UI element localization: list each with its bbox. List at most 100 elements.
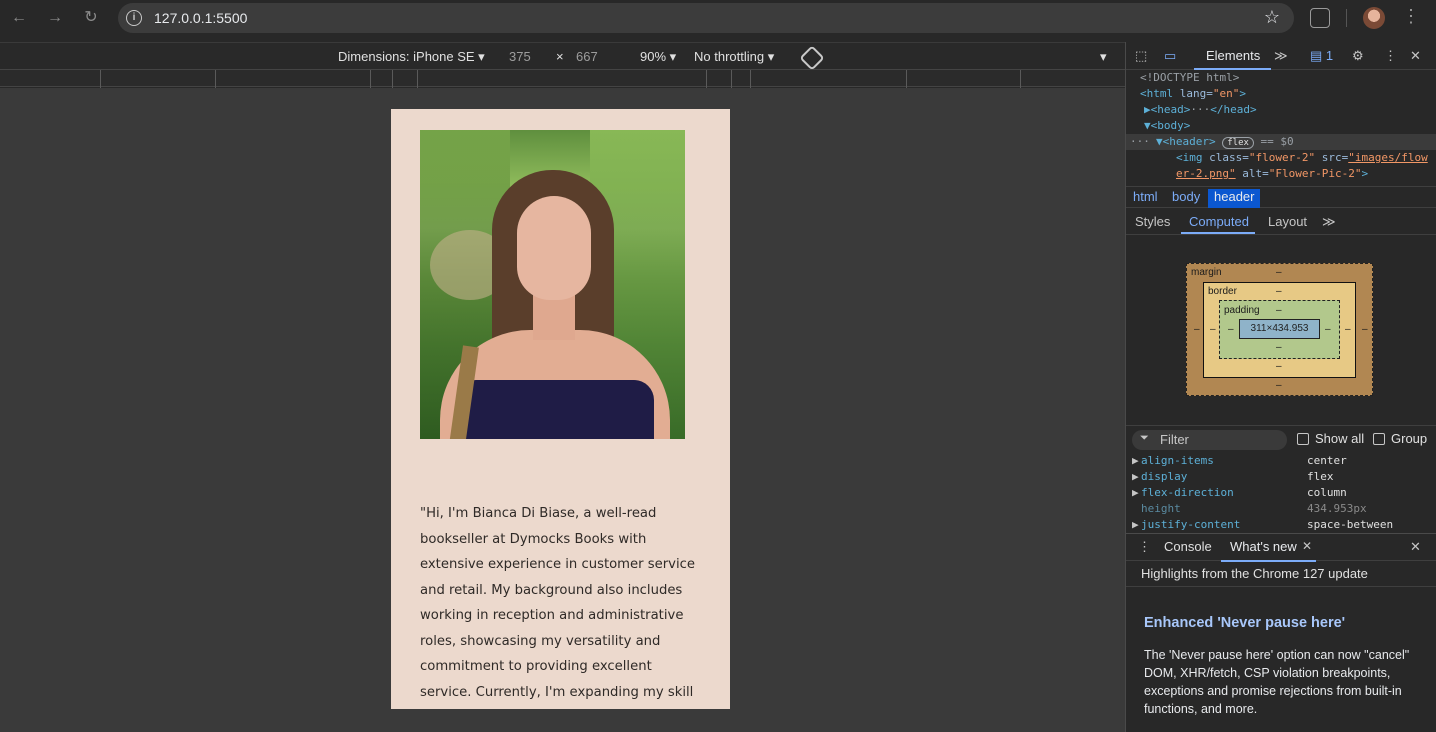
padding-label: padding xyxy=(1224,305,1260,316)
dom-tree: <!DOCTYPE html> <html lang="en"> ▶<head>… xyxy=(1126,70,1436,186)
device-viewport: "Hi, I'm Bianca Di Biase, a well-read bo… xyxy=(0,88,1125,732)
more-tabs-icon[interactable]: ≫ xyxy=(1274,48,1288,64)
filter-input[interactable]: Filter xyxy=(1132,430,1287,450)
media-query-ruler xyxy=(0,69,1125,88)
whats-new-feature-title[interactable]: Enhanced 'Never pause here' xyxy=(1144,615,1345,631)
property-name[interactable]: flex-direction xyxy=(1141,485,1234,501)
padding-left-value: – xyxy=(1228,324,1234,335)
devtools-tabbar: ⬚ ▭ Elements ≫ ▤ 1 ⚙ ⋮ ✕ xyxy=(1126,42,1436,70)
profile-avatar[interactable] xyxy=(1363,7,1385,29)
padding-bottom-value: – xyxy=(1276,342,1282,353)
head-node[interactable]: ▶<head>···</head> xyxy=(1144,102,1257,118)
forward-icon[interactable]: → xyxy=(45,8,65,28)
margin-top-value: – xyxy=(1276,267,1282,278)
img-node[interactable]: <img class="flower-2" src="images/flow xyxy=(1176,150,1428,166)
header-node[interactable]: ▼<header> flex == $0 xyxy=(1156,134,1294,151)
inspect-element-icon[interactable]: ⬚ xyxy=(1135,48,1147,64)
border-label: border xyxy=(1208,286,1237,297)
browser-toolbar: ← → ↻ i 127.0.0.1:5500 ☆ ⋮ xyxy=(0,0,1436,36)
devtools-panel: ⬚ ▭ Elements ≫ ▤ 1 ⚙ ⋮ ✕ <!DOCTYPE html>… xyxy=(1125,42,1436,732)
property-value: flex xyxy=(1307,470,1334,483)
dimension-separator: × xyxy=(556,49,564,64)
body-node[interactable]: ▼<body> xyxy=(1144,118,1190,134)
device-toolbar: Dimensions: iPhone SE ▾ 375 × 667 90% ▾ … xyxy=(0,42,1125,71)
border-right-value: – xyxy=(1345,324,1351,335)
html-node[interactable]: <html lang="en"> xyxy=(1140,86,1246,102)
close-whats-new-icon[interactable]: ✕ xyxy=(1302,539,1312,553)
device-options-icon[interactable]: ▾ xyxy=(1100,49,1107,65)
tab-elements[interactable]: Elements xyxy=(1206,48,1260,63)
expand-arrow-icon[interactable]: ▶ xyxy=(1132,453,1139,469)
close-devtools-icon[interactable]: ✕ xyxy=(1410,48,1421,64)
extensions-icon[interactable] xyxy=(1310,8,1330,28)
flex-badge: flex xyxy=(1222,137,1254,149)
property-name[interactable]: justify-content xyxy=(1141,517,1240,533)
divider xyxy=(1126,586,1436,587)
property-name[interactable]: height xyxy=(1141,501,1181,517)
bookmark-star-icon[interactable]: ☆ xyxy=(1264,7,1280,28)
property-value: center xyxy=(1307,454,1347,467)
expand-arrow-icon[interactable]: ▶ xyxy=(1132,469,1139,485)
show-all-label: Show all xyxy=(1315,431,1365,446)
height-input[interactable]: 667 xyxy=(576,49,598,64)
throttling-select[interactable]: No throttling ▾ xyxy=(694,49,774,65)
margin-label: margin xyxy=(1191,267,1222,278)
drawer-menu-icon[interactable]: ⋮ xyxy=(1138,539,1151,555)
breadcrumb-html[interactable]: html xyxy=(1127,189,1164,204)
computed-tab-underline xyxy=(1181,232,1255,234)
drawer-tabbar: ⋮ Console What's new ✕ ✕ xyxy=(1126,533,1436,562)
browser-menu-icon[interactable]: ⋮ xyxy=(1402,6,1420,27)
computed-filter-bar: Filter ⏷ Show all Group xyxy=(1126,425,1436,453)
property-name[interactable]: align-items xyxy=(1141,453,1214,469)
box-model-content[interactable]: 311×434.953 xyxy=(1239,319,1320,339)
whats-new-heading: Highlights from the Chrome 127 update xyxy=(1141,566,1368,581)
issues-badge[interactable]: ▤ 1 xyxy=(1310,48,1333,64)
doctype-line[interactable]: <!DOCTYPE html> xyxy=(1140,70,1239,86)
zoom-select[interactable]: 90% ▾ xyxy=(640,49,676,65)
margin-right-value: – xyxy=(1362,324,1368,335)
computed-properties-list: ▶ align-items center ▶ display flex ▶ fl… xyxy=(1126,453,1436,533)
emulated-page: "Hi, I'm Bianca Di Biase, a well-read bo… xyxy=(391,109,730,709)
back-icon[interactable]: ← xyxy=(9,8,29,28)
margin-left-value: – xyxy=(1194,324,1200,335)
border-top-value: – xyxy=(1276,286,1282,297)
filter-icon: ⏷ xyxy=(1140,432,1149,444)
url-text[interactable]: 127.0.0.1:5500 xyxy=(154,10,247,26)
border-left-value: – xyxy=(1210,324,1216,335)
padding-right-value: – xyxy=(1325,324,1331,335)
expand-arrow-icon[interactable]: ▶ xyxy=(1132,517,1139,533)
tab-console[interactable]: Console xyxy=(1164,539,1212,554)
tab-computed[interactable]: Computed xyxy=(1189,214,1249,229)
tab-styles[interactable]: Styles xyxy=(1135,214,1170,229)
close-drawer-icon[interactable]: ✕ xyxy=(1410,539,1421,555)
site-info-icon[interactable]: i xyxy=(126,10,142,26)
property-name[interactable]: display xyxy=(1141,469,1187,485)
devtools-menu-icon[interactable]: ⋮ xyxy=(1384,48,1397,64)
profile-photo xyxy=(420,130,685,439)
bio-paragraph: "Hi, I'm Bianca Di Biase, a well-read bo… xyxy=(420,506,695,700)
expand-arrow-icon[interactable]: ▶ xyxy=(1132,485,1139,501)
property-value: 434.953px xyxy=(1307,502,1367,515)
device-toggle-icon[interactable]: ▭ xyxy=(1164,48,1176,64)
group-checkbox[interactable] xyxy=(1373,433,1385,445)
breadcrumb-body[interactable]: body xyxy=(1166,189,1206,204)
tab-whats-new[interactable]: What's new xyxy=(1230,539,1297,554)
dimensions-select[interactable]: Dimensions: iPhone SE ▾ xyxy=(338,49,485,65)
whats-new-tab-underline xyxy=(1221,560,1316,562)
node-actions-icon[interactable]: ··· xyxy=(1130,134,1150,150)
rotate-icon[interactable] xyxy=(799,45,825,71)
tab-layout[interactable]: Layout xyxy=(1268,214,1307,229)
breadcrumb: html body header xyxy=(1126,186,1436,208)
whats-new-feature-body: The 'Never pause here' option can now "c… xyxy=(1144,648,1410,716)
settings-gear-icon[interactable]: ⚙ xyxy=(1352,48,1364,64)
width-input[interactable]: 375 xyxy=(509,49,531,64)
reload-icon[interactable]: ↻ xyxy=(81,8,101,28)
img-node-continued[interactable]: er-2.png" alt="Flower-Pic-2"> xyxy=(1176,166,1368,182)
toolbar-divider xyxy=(1346,9,1347,27)
breadcrumb-header[interactable]: header xyxy=(1208,189,1261,208)
address-bar[interactable]: i 127.0.0.1:5500 ☆ xyxy=(118,3,1294,33)
show-all-checkbox[interactable] xyxy=(1297,433,1309,445)
property-value: column xyxy=(1307,486,1347,499)
box-model-diagram: margin – border – padding – 311×434.953 … xyxy=(1126,236,1436,424)
more-subtabs-icon[interactable]: ≫ xyxy=(1322,214,1336,230)
